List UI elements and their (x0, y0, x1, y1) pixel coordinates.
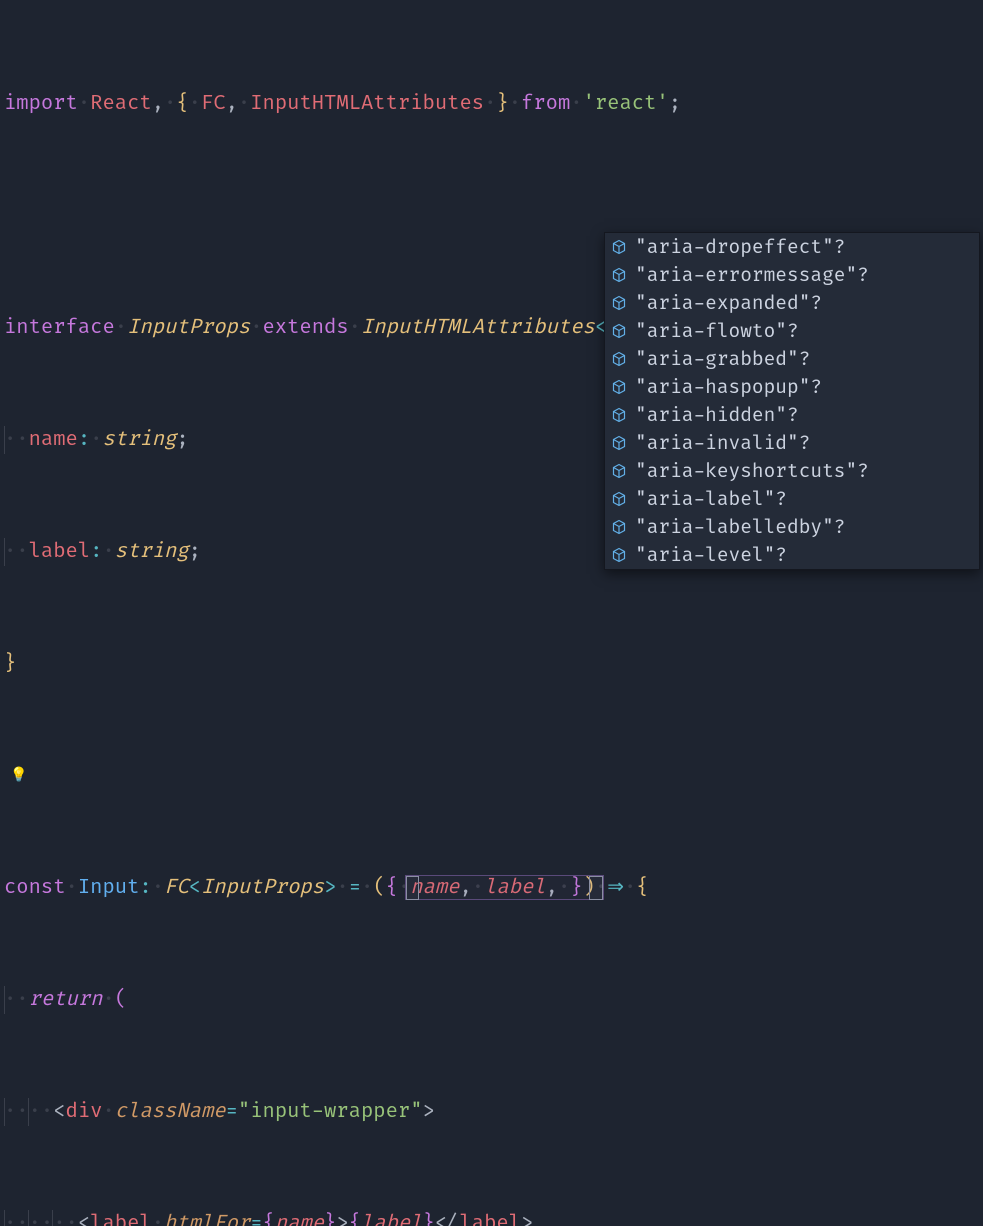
code-line[interactable]: const·Input:·FC<InputProps>·=·({·name,·l… (4, 874, 979, 902)
field-icon (611, 267, 627, 283)
keyword-const: const (4, 876, 66, 900)
keyword-interface: interface (4, 316, 115, 340)
suggestion-item[interactable]: "aria-flowto"? (605, 317, 979, 345)
jsx-tag-div: div (66, 1100, 103, 1124)
prop-name: name (29, 428, 78, 452)
suggestion-item[interactable]: "aria-expanded"? (605, 289, 979, 317)
code-line[interactable] (4, 202, 979, 230)
field-icon (611, 407, 627, 423)
suggestion-item[interactable]: "aria-haspopup"? (605, 373, 979, 401)
suggestion-item[interactable]: "aria-dropeffect"? (605, 233, 979, 261)
field-icon (611, 295, 627, 311)
field-icon (611, 519, 627, 535)
type-inputprops: InputProps (127, 316, 250, 340)
suggestion-label: "aria-keyshortcuts"? (635, 457, 869, 485)
suggestion-label: "aria-dropeffect"? (635, 233, 845, 261)
suggestion-item[interactable]: "aria-label"? (605, 485, 979, 513)
field-icon (611, 491, 627, 507)
suggestion-item[interactable]: "aria-hidden"? (605, 401, 979, 429)
field-icon (611, 323, 627, 339)
suggestion-item[interactable]: "aria-labelledby"? (605, 513, 979, 541)
suggestion-item[interactable]: "aria-keyshortcuts"? (605, 457, 979, 485)
suggestion-item[interactable]: "aria-level"? (605, 541, 979, 569)
suggestion-label: "aria-hidden"? (635, 401, 799, 429)
field-icon (611, 379, 627, 395)
jsx-tag-label: label (90, 1212, 152, 1226)
code-line[interactable]: ··return·( (4, 986, 979, 1014)
prop-label: label (29, 540, 91, 564)
const-input: Input (78, 876, 140, 900)
keyword-import: import (4, 92, 78, 116)
code-line[interactable]: ····<div·className="input-wrapper"> (4, 1098, 979, 1126)
code-line[interactable]: import·React,·{·FC,·InputHTMLAttributes·… (4, 90, 979, 118)
field-icon (611, 547, 627, 563)
keyword-from: from (521, 92, 570, 116)
field-icon (611, 239, 627, 255)
suggestion-label: "aria-labelledby"? (635, 513, 845, 541)
code-line[interactable]: 💡 (4, 762, 979, 790)
suggestion-label: "aria-grabbed"? (635, 345, 810, 373)
bracket-match-left (406, 876, 419, 900)
suggestion-label: "aria-flowto"? (635, 317, 799, 345)
string-module: 'react' (583, 92, 669, 116)
code-line[interactable]: ······<label·htmlFor={name}>{label}</lab… (4, 1210, 979, 1226)
keyword-extends: extends (263, 316, 349, 340)
code-editor[interactable]: import·React,·{·FC,·InputHTMLAttributes·… (0, 0, 983, 1226)
suggestion-label: "aria-expanded"? (635, 289, 822, 317)
field-icon (611, 435, 627, 451)
field-icon (611, 463, 627, 479)
suggestion-label: "aria-haspopup"? (635, 373, 822, 401)
keyword-return: return (29, 988, 103, 1012)
suggestion-widget[interactable]: "aria-dropeffect"? "aria-errormessage"? … (604, 232, 980, 570)
suggestion-label: "aria-invalid"? (635, 429, 810, 457)
field-icon (611, 351, 627, 367)
suggestion-item[interactable]: "aria-errormessage"? (605, 261, 979, 289)
bracket-match-right (589, 876, 603, 900)
suggestion-item[interactable]: "aria-grabbed"? (605, 345, 979, 373)
suggestion-label: "aria-level"? (635, 541, 787, 569)
destructure-highlight (405, 875, 604, 900)
suggestion-item[interactable]: "aria-invalid"? (605, 429, 979, 457)
attr-htmlfor: htmlFor (164, 1212, 250, 1226)
lightbulb-icon[interactable]: 💡 (10, 762, 27, 790)
attr-classname: className (115, 1100, 226, 1124)
code-line[interactable]: } (4, 650, 979, 678)
ident-react: React (90, 92, 152, 116)
suggestion-label: "aria-errormessage"? (635, 261, 869, 289)
suggestion-label: "aria-label"? (635, 485, 787, 513)
